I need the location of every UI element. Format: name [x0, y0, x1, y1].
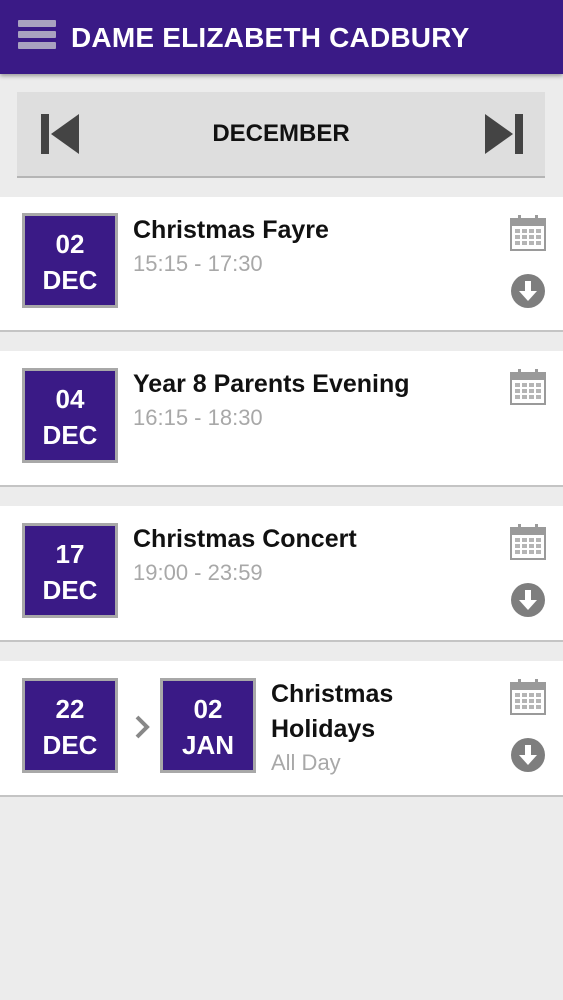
event-date-badge: 02 DEC [22, 213, 118, 308]
event-end-date-badge: 02 JAN [160, 678, 256, 773]
event-start-date-badge: 22 DEC [22, 678, 118, 773]
date-month: JAN [181, 730, 234, 760]
event-title-line-2: Holidays [271, 715, 376, 743]
event-date-badge: 17 DEC [22, 523, 118, 618]
download-icon[interactable] [510, 582, 546, 618]
chevron-right-icon [135, 715, 150, 739]
event-date-badge: 04 DEC [22, 368, 118, 463]
date-day: 22 [55, 694, 85, 724]
add-to-calendar-icon[interactable] [510, 215, 546, 251]
date-day: 17 [55, 539, 85, 569]
event-time: All Day [271, 750, 341, 775]
event-item[interactable]: 22 DEC 02 JAN Christmas Holidays All Day [0, 661, 563, 797]
date-day: 02 [55, 229, 85, 259]
date-day: 04 [55, 384, 85, 414]
hamburger-menu-icon[interactable] [18, 20, 56, 54]
event-time: 16:15 - 18:30 [133, 405, 263, 430]
event-item[interactable]: 04 DEC Year 8 Parents Evening 16:15 - 18… [0, 351, 563, 487]
app-title: DAME ELIZABETH CADBURY [71, 22, 470, 53]
date-day: 02 [193, 694, 223, 724]
event-title: Christmas Concert [133, 525, 357, 553]
event-title: Year 8 Parents Evening [133, 370, 410, 398]
download-icon[interactable] [510, 737, 546, 773]
next-month-button[interactable] [483, 112, 523, 156]
add-to-calendar-icon[interactable] [510, 679, 546, 715]
event-time: 19:00 - 23:59 [133, 560, 263, 585]
date-month: DEC [42, 575, 98, 605]
date-month: DEC [42, 730, 98, 760]
event-title: Christmas Fayre [133, 216, 329, 244]
download-icon[interactable] [510, 273, 546, 309]
event-item[interactable]: 02 DEC Christmas Fayre 15:15 - 17:30 [0, 197, 563, 332]
add-to-calendar-icon[interactable] [510, 369, 546, 405]
skip-next-icon [485, 114, 523, 154]
month-navigator: DECEMBER [17, 92, 545, 178]
event-title-line-1: Christmas [271, 680, 394, 708]
event-item[interactable]: 17 DEC Christmas Concert 19:00 - 23:59 [0, 506, 563, 642]
month-label: DECEMBER [212, 120, 350, 147]
date-month: DEC [42, 265, 98, 295]
event-time: 15:15 - 17:30 [133, 251, 263, 276]
date-month: DEC [42, 420, 98, 450]
add-to-calendar-icon[interactable] [510, 524, 546, 560]
app-header: DAME ELIZABETH CADBURY [0, 0, 563, 74]
